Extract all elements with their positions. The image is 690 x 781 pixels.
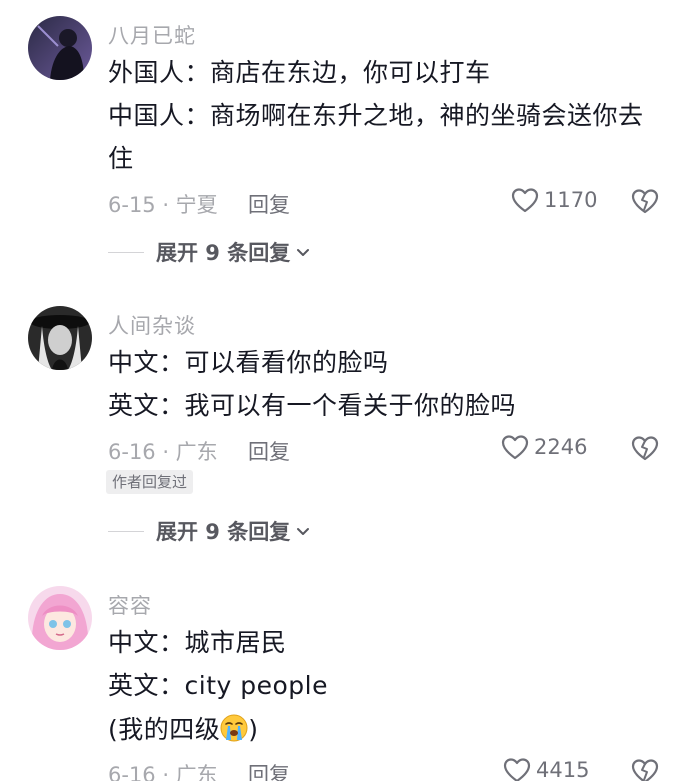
chevron-down-icon: [297, 249, 310, 256]
comment-text-line: 中文：可以看看你的脸吗: [108, 348, 389, 377]
comment-text-segment: ): [248, 715, 259, 744]
author-replied-badge: 作者回复过: [106, 470, 194, 494]
avatar[interactable]: [28, 16, 92, 80]
avatar[interactable]: [28, 306, 92, 370]
broken-heart-icon: [631, 189, 659, 214]
expand-replies-button[interactable]: 展开 9 条回复: [108, 237, 310, 267]
like-button[interactable]: 1170: [510, 186, 597, 214]
dislike-button[interactable]: [630, 186, 660, 216]
comment-text-line: 住: [108, 144, 134, 173]
avatar-image: [28, 16, 92, 80]
expand-replies-label: 展开 9 条回复: [156, 520, 291, 544]
comment-date-location: 6-16 · 广东: [108, 763, 218, 781]
broken-heart-icon: [631, 759, 659, 781]
dislike-button[interactable]: [630, 756, 660, 781]
comment-date-location: 6-16 · 广东: [108, 440, 218, 464]
like-button[interactable]: 2246: [500, 433, 587, 461]
dislike-button[interactable]: [630, 433, 660, 463]
expand-replies-label: 展开 9 条回复: [156, 241, 291, 265]
heart-outline-icon: [511, 188, 539, 213]
broken-heart-icon: [631, 436, 659, 461]
comment-text-line: 英文：city people: [108, 671, 328, 700]
comment-text-line: 英文：我可以有一个看关于你的脸吗: [108, 391, 517, 420]
like-count: 2246: [534, 435, 588, 459]
expand-replies-button[interactable]: 展开 9 条回复: [108, 516, 310, 546]
username[interactable]: 人间杂谈: [108, 310, 196, 340]
comment-text-segment: (我的四级: [108, 715, 221, 744]
heart-outline-icon: [503, 758, 531, 781]
comment-item: 人间杂谈 中文：可以看看你的脸吗 英文：我可以有一个看关于你的脸吗 6-16 ·…: [0, 290, 690, 560]
comment-text-line: 中国人：商场啊在东升之地，神的坐骑会送你去: [108, 101, 644, 130]
comment-text-line: 中文：城市居民: [108, 628, 287, 657]
like-button[interactable]: 4415: [502, 756, 589, 781]
comment-item: 八月已蛇 外国人：商店在东边，你可以打车 中国人：商场啊在东升之地，神的坐骑会送…: [0, 0, 690, 280]
chevron-down-icon: [297, 528, 310, 535]
reply-button[interactable]: 回复: [248, 436, 290, 466]
avatar-image: [28, 306, 92, 370]
comment-text-line-with-emoji: (我的四级 ): [108, 714, 259, 745]
avatar-image: [28, 586, 92, 650]
comment-text-line: 外国人：商店在东边，你可以打车: [108, 58, 491, 87]
comment-date-location: 6-15 · 宁夏: [108, 193, 218, 217]
crying-face-emoji: [220, 714, 248, 742]
username[interactable]: 容容: [108, 590, 152, 620]
like-count: 4415: [536, 758, 590, 781]
comment-item: 容容 中文：城市居民 英文：city people (我的四级 ) 6-16 ·…: [0, 570, 690, 781]
username[interactable]: 八月已蛇: [108, 20, 196, 50]
divider: [108, 251, 144, 253]
reply-button[interactable]: 回复: [248, 759, 290, 781]
avatar[interactable]: [28, 586, 92, 650]
like-count: 1170: [544, 188, 598, 212]
reply-button[interactable]: 回复: [248, 189, 290, 219]
divider: [108, 530, 144, 532]
heart-outline-icon: [501, 435, 529, 460]
